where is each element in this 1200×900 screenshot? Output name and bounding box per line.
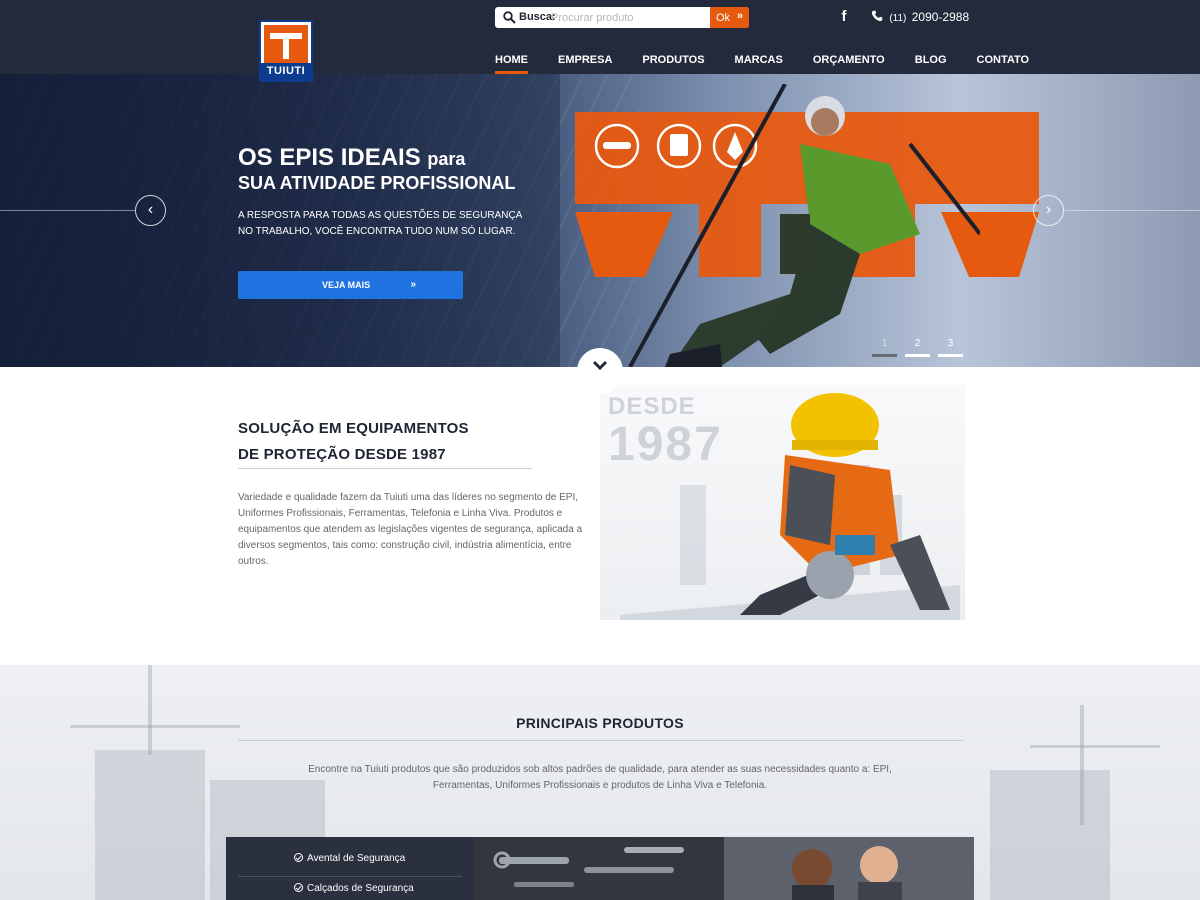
logo-text: TUIUTI <box>261 63 311 80</box>
phone-digits: 2090-2988 <box>911 10 970 24</box>
hero-slider: ‹ › OS EPIS IDEAIS para SUA ATIVIDADE PR… <box>0 74 1200 367</box>
category-list: Avental de Segurança Calçados de Seguran… <box>226 837 474 900</box>
tools-product-card[interactable] <box>474 837 724 900</box>
products-text: Encontre na Tuiuti produtos que são prod… <box>308 764 892 791</box>
about-title: SOLUÇÃO EM EQUIPAMENTOS DE PROTEÇÃO DESD… <box>238 416 469 468</box>
professionals-image <box>724 837 974 900</box>
about-title-line2: DE PROTEÇÃO DESDE 1987 <box>238 446 446 463</box>
background-crane-arm-right <box>1030 745 1160 748</box>
facebook-icon[interactable]: f <box>838 8 850 26</box>
search-icon <box>503 11 516 24</box>
hero-title-small: para <box>427 149 466 169</box>
slider-pagination: 1 2 3 <box>870 337 969 357</box>
search-input[interactable] <box>551 9 701 26</box>
double-chevron-right-icon: » <box>410 279 416 290</box>
hero-text: A RESPOSTA PARA TODAS AS QUESTÕES DE SEG… <box>238 210 522 237</box>
slider-prev-button[interactable]: ‹ <box>135 195 166 226</box>
veja-mais-button[interactable]: VEJA MAIS » <box>238 271 463 299</box>
about-divider <box>238 468 532 469</box>
background-building-left <box>95 750 205 900</box>
nav-produtos[interactable]: PRODUTOS <box>627 48 719 74</box>
scroll-down-button[interactable] <box>577 348 623 394</box>
veja-mais-label: VEJA MAIS <box>322 280 371 290</box>
category-calcados[interactable]: Calçados de Segurança <box>226 877 474 900</box>
category-label: Avental de Segurança <box>307 853 406 864</box>
about-text: Variedade e qualidade fazem da Tuiuti um… <box>238 492 583 567</box>
nav-home[interactable]: HOME <box>480 48 543 74</box>
search-submit-button[interactable]: Ok » <box>710 7 749 28</box>
product-cards: Avental de Segurança Calçados de Seguran… <box>226 837 974 900</box>
chevron-left-icon: ‹ <box>147 201 154 218</box>
products-title: PRINCIPAIS PRODUTOS <box>516 715 684 731</box>
search-submit-label: Ok <box>716 11 731 24</box>
slider-divider-left <box>0 210 135 211</box>
slider-next-button[interactable]: › <box>1033 195 1064 226</box>
logo-mark-icon <box>264 25 308 63</box>
about-title-line1: SOLUÇÃO EM EQUIPAMENTOS <box>238 420 469 437</box>
background-crane-left <box>148 665 152 755</box>
nav-blog[interactable]: BLOG <box>900 48 962 74</box>
search-bar: Busca: Ok» <box>495 7 749 28</box>
main-nav: HOME EMPRESA PRODUTOS MARCAS ORÇAMENTO B… <box>480 48 1044 74</box>
phone-area-code: (11) <box>889 13 907 24</box>
check-circle-icon <box>294 853 303 862</box>
desde-1987-watermark: DESDE 1987 <box>608 393 723 472</box>
products-section: PRINCIPAIS PRODUTOS Encontre na Tuiuti p… <box>0 665 1200 900</box>
slider-page-3[interactable]: 3 <box>936 337 965 357</box>
hero-subtitle: SUA ATIVIDADE PROFISSIONAL <box>238 173 516 193</box>
nav-orcamento[interactable]: ORÇAMENTO <box>798 48 900 74</box>
slider-divider-right <box>1065 210 1200 211</box>
professionals-product-card[interactable] <box>724 837 974 900</box>
hero-title-main: OS EPIS IDEAIS <box>238 144 421 171</box>
site-header: Busca: Ok» f (11) 2090-2988 HOME EMPRESA… <box>0 0 1200 74</box>
background-building-right <box>990 770 1110 900</box>
tuiuti-logo[interactable]: TUIUTI <box>259 20 313 82</box>
chevron-down-icon <box>592 360 608 371</box>
phone-icon <box>871 10 883 22</box>
phone-number: (11) 2090-2988 <box>871 10 969 24</box>
hero-title: OS EPIS IDEAIS para <box>238 144 465 173</box>
hero-worker-image <box>628 84 980 367</box>
year-text: 1987 <box>608 418 723 471</box>
double-chevron-right-icon: » <box>736 10 743 22</box>
slider-page-1[interactable]: 1 <box>870 337 899 357</box>
products-divider <box>238 740 963 741</box>
tools-image <box>474 837 724 900</box>
check-circle-icon <box>294 883 303 892</box>
category-label: Calçados de Segurança <box>307 883 414 894</box>
nav-marcas[interactable]: MARCAS <box>720 48 798 74</box>
category-avental[interactable]: Avental de Segurança <box>238 847 462 877</box>
nav-empresa[interactable]: EMPRESA <box>543 48 627 74</box>
chevron-right-icon: › <box>1045 201 1052 218</box>
slider-page-2[interactable]: 2 <box>903 337 932 357</box>
nav-contato[interactable]: CONTATO <box>962 48 1045 74</box>
